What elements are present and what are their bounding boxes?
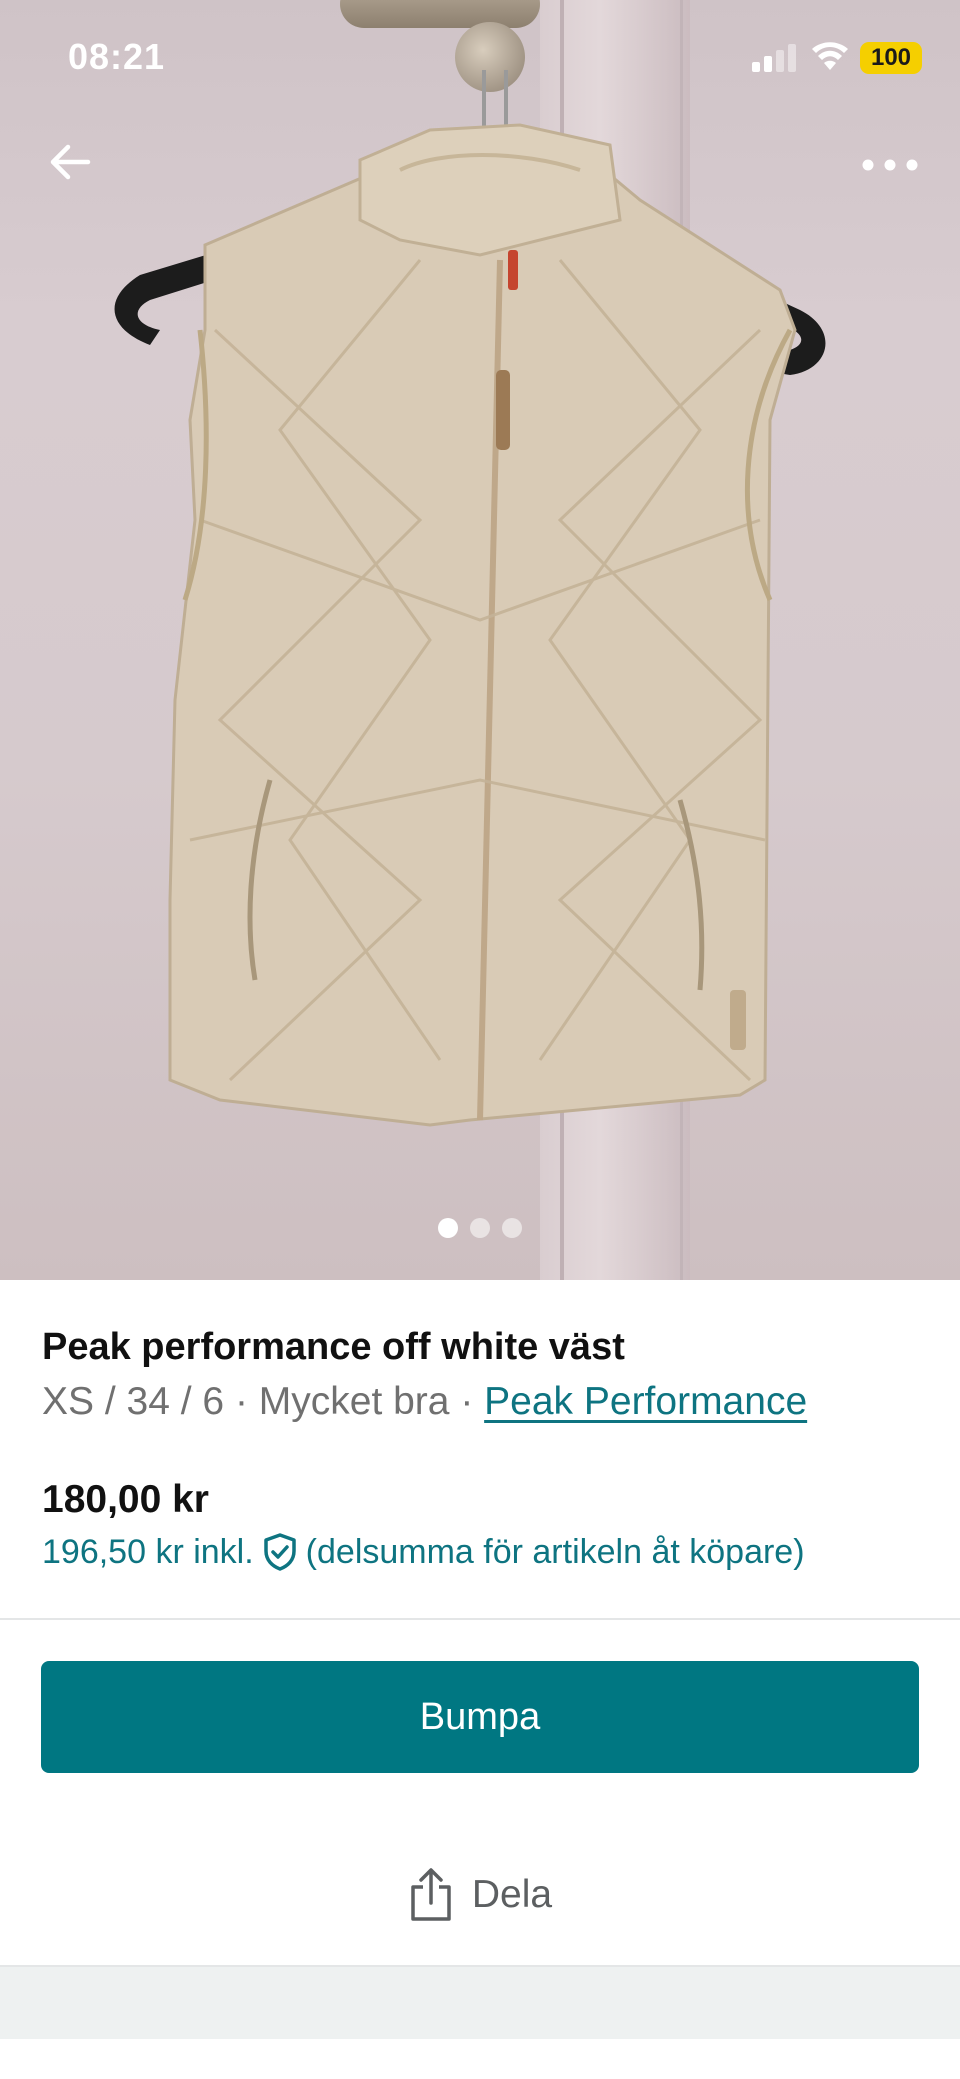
divider: [0, 1618, 960, 1620]
share-button[interactable]: Dela: [0, 1850, 960, 1940]
price-incl-amount: 196,50 kr inkl.: [42, 1532, 254, 1571]
vest-illustration: [114, 123, 826, 1127]
item-price: 180,00 kr: [42, 1478, 209, 1521]
signal-icon: [752, 44, 796, 72]
pagination-dot[interactable]: [502, 1218, 522, 1238]
more-options-button[interactable]: [850, 140, 930, 190]
status-time: 08:21: [68, 36, 166, 77]
item-detail-screen: 08:21 100 Peak performance off white väs…: [0, 0, 960, 2079]
back-button[interactable]: [38, 130, 102, 194]
price-incl-protection[interactable]: 196,50 kr inkl. (delsumma för artikeln å…: [42, 1532, 805, 1572]
brand-link[interactable]: Peak Performance: [484, 1380, 807, 1423]
bump-button[interactable]: Bumpa: [41, 1661, 919, 1773]
share-label: Dela: [471, 1873, 553, 1916]
item-photo[interactable]: [0, 0, 960, 1280]
share-icon: [411, 1868, 451, 1921]
wifi-icon: [812, 42, 848, 70]
item-attributes: XS / 34 / 6 · Mycket bra ·: [42, 1380, 485, 1423]
pagination-dot-active[interactable]: [438, 1218, 458, 1238]
footer-band: [0, 1967, 960, 2039]
item-meta: XS / 34 / 6 · Mycket bra · Peak Performa…: [42, 1380, 807, 1424]
shield-check-icon: [263, 1533, 296, 1571]
pagination-dot[interactable]: [470, 1218, 490, 1238]
status-bar: 08:21 100: [0, 0, 960, 118]
photo-pagination: [438, 1218, 522, 1238]
battery-icon: 100: [860, 42, 922, 74]
more-horizontal-icon: [862, 159, 918, 171]
item-title: Peak performance off white väst: [42, 1326, 625, 1368]
arrow-left-icon: [50, 144, 91, 180]
price-incl-note: (delsumma för artikeln åt köpare): [305, 1532, 805, 1571]
